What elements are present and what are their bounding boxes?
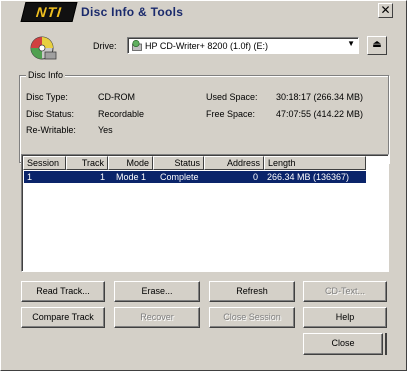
cell-mode: Mode 1: [116, 172, 147, 182]
track-table[interactable]: Session Track Mode Status Address Length…: [21, 154, 389, 272]
used-space-value: 30:18:17 (266.34 MB): [276, 92, 364, 102]
disc-info-group: Disc Info Disc Type: CD-ROM Disc Status:…: [19, 70, 389, 163]
close-button[interactable]: Close: [303, 333, 383, 355]
cd-text-button[interactable]: CD-Text...: [303, 281, 387, 302]
recover-button[interactable]: Recover: [114, 307, 200, 328]
re-writable-label: Re-Writable:: [26, 125, 76, 135]
cd-drive-icon: [30, 36, 57, 60]
compare-track-button[interactable]: Compare Track: [21, 307, 105, 328]
cell-address: 0: [253, 172, 259, 182]
col-header-address[interactable]: Address: [204, 156, 264, 170]
disc-info-window: NTI Disc Info & Tools ✕ Drive: HP CD-Wri…: [0, 0, 407, 371]
close-icon[interactable]: ✕: [378, 3, 393, 18]
chevron-down-icon[interactable]: ▼: [347, 39, 355, 48]
disc-status-label: Disc Status:: [26, 109, 75, 119]
drive-label: Drive:: [93, 41, 117, 51]
disc-status-value: Recordable: [98, 109, 145, 119]
re-writable-value: Yes: [98, 125, 113, 135]
col-header-mode[interactable]: Mode: [108, 156, 153, 170]
disc-type-label: Disc Type:: [26, 92, 68, 102]
col-header-track[interactable]: Track: [66, 156, 108, 170]
cell-track: 1: [100, 172, 106, 182]
drive-dropdown[interactable]: HP CD-Writer+ 8200 (1.0f) (E:) ▼: [127, 37, 359, 54]
col-header-length[interactable]: Length: [264, 156, 366, 170]
free-space-label: Free Space:: [206, 109, 256, 119]
disc-info-title: Disc Info: [26, 70, 66, 80]
help-button[interactable]: Help: [303, 307, 387, 328]
cd-writer-icon: [132, 40, 142, 51]
used-space-label: Used Space:: [206, 92, 258, 102]
title-bar[interactable]: NTI Disc Info & Tools ✕: [1, 1, 406, 23]
read-track-button[interactable]: Read Track...: [21, 281, 105, 302]
free-space-value: 47:07:55 (414.22 MB): [276, 109, 364, 119]
col-header-status[interactable]: Status: [153, 156, 204, 170]
eject-button[interactable]: ⏏: [367, 36, 387, 55]
cell-session: 1: [27, 172, 33, 182]
disc-type-value: CD-ROM: [98, 92, 135, 102]
cell-status: Complete: [160, 172, 199, 182]
nti-logo: NTI: [20, 2, 78, 22]
col-header-session[interactable]: Session: [23, 156, 66, 170]
close-session-button[interactable]: Close Session: [209, 307, 295, 328]
erase-button[interactable]: Erase...: [114, 281, 200, 302]
dialog-body: Drive: HP CD-Writer+ 8200 (1.0f) (E:) ▼ …: [9, 27, 397, 361]
table-row[interactable]: 1 1 Mode 1 Complete 0 266.34 MB (136367): [24, 171, 366, 183]
cell-length: 266.34 MB (136367): [267, 172, 350, 182]
refresh-button[interactable]: Refresh: [209, 281, 295, 302]
close-button-shadow: [385, 333, 387, 355]
drive-selected-value: HP CD-Writer+ 8200 (1.0f) (E:): [145, 41, 268, 51]
window-title: Disc Info & Tools: [81, 5, 184, 19]
